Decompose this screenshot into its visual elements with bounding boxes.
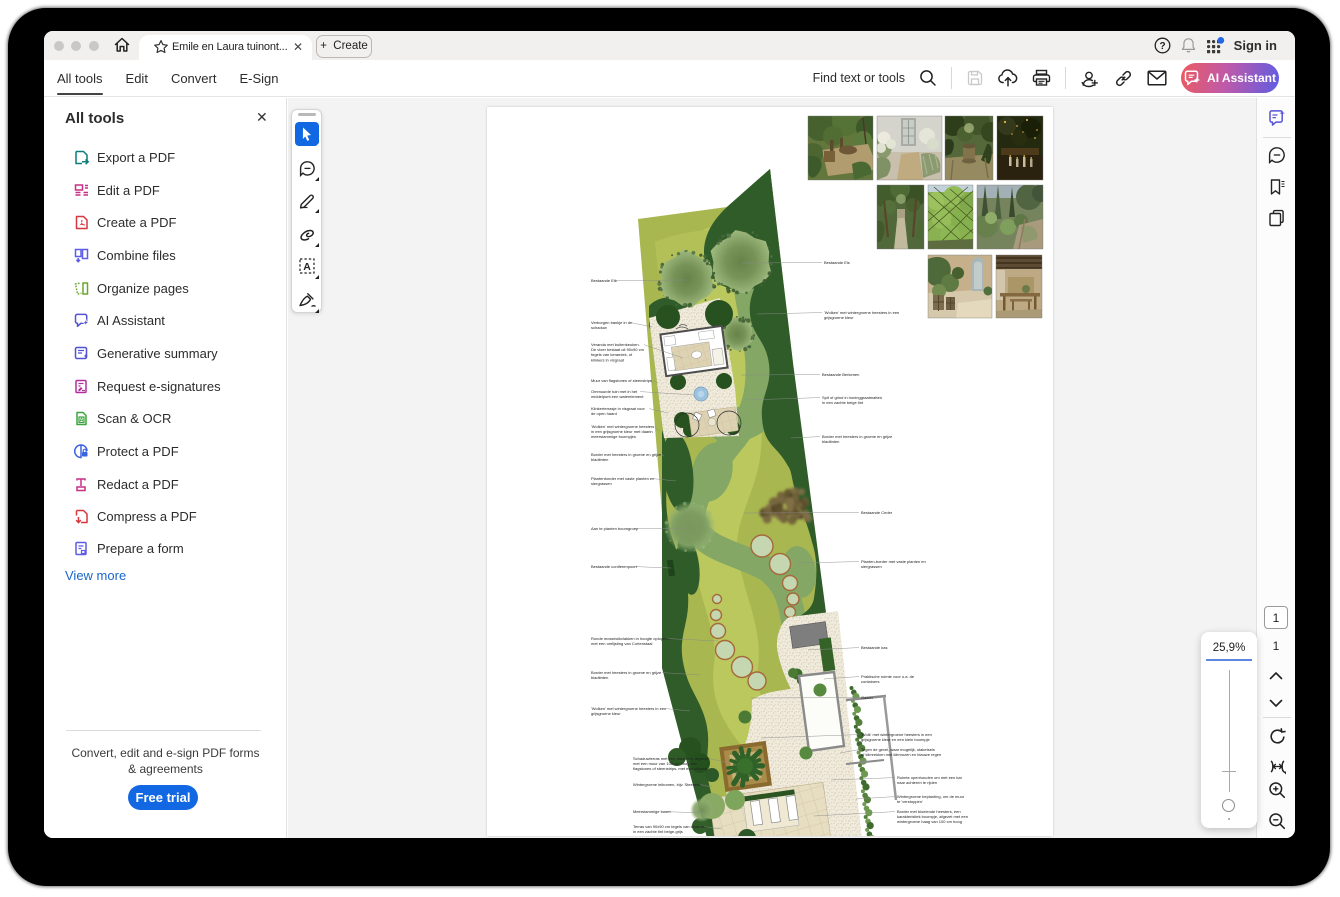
- svg-text:wintergroene haag van 100 cm h: wintergroene haag van 100 cm hoog: [897, 819, 962, 824]
- svg-text:bladtinten: bladtinten: [591, 457, 608, 462]
- svg-text:in een zachte tint beige-grijs: in een zachte tint beige-grijs: [633, 829, 683, 834]
- svg-text:Bestaande kas: Bestaande kas: [861, 645, 887, 650]
- svg-text:Muur van flagstones of steenst: Muur van flagstones of steenstrips: [591, 378, 652, 383]
- svg-text:met een omlijsting van Cortens: met een omlijsting van Cortenstaal: [591, 641, 652, 646]
- svg-text:Gazon: Gazon: [861, 695, 873, 700]
- svg-text:Wintergroene leibomen, bijv. S: Wintergroene leibomen, bijv. Steeneik: [633, 782, 700, 787]
- svg-text:schaduw: schaduw: [591, 325, 607, 330]
- svg-text:meerstammige boompjes: meerstammige boompjes: [591, 434, 636, 439]
- svg-text:Aan te planten boomgroep: Aan te planten boomgroep: [591, 526, 639, 531]
- svg-text:bladtinten: bladtinten: [591, 675, 608, 680]
- svg-text:in een zachte beige tint: in een zachte beige tint: [822, 400, 864, 405]
- svg-text:Bestaande Berkenen: Bestaande Berkenen: [822, 372, 859, 377]
- svg-text:A: A: [80, 418, 84, 424]
- svg-text:middelpunt een waterelement: middelpunt een waterelement: [591, 394, 644, 399]
- svg-text:Bestaande Ceder: Bestaande Ceder: [861, 510, 893, 515]
- svg-text:bladtinten: bladtinten: [822, 439, 839, 444]
- svg-text:flagstones of steenstrips, met: flagstones of steenstrips, met een uitba…: [633, 766, 707, 771]
- svg-text:siergrassen: siergrassen: [861, 564, 882, 569]
- svg-text:grijsgroene kleur en een klein: grijsgroene kleur en een klein boompje: [861, 737, 930, 742]
- svg-text:de open haard: de open haard: [591, 411, 617, 416]
- svg-text:siergrassen: siergrassen: [591, 481, 612, 486]
- svg-text:?: ?: [1159, 41, 1165, 52]
- svg-text:A: A: [303, 261, 311, 273]
- svg-text:naar achteren te rijden: naar achteren te rijden: [897, 780, 937, 785]
- svg-text:of klimrekken met klimrozen en: of klimrekken met klimrozen en blauwe re…: [861, 752, 941, 757]
- svg-text:grijsgroene kleur: grijsgroene kleur: [591, 711, 621, 716]
- svg-text:te 'verstoppen': te 'verstoppen': [897, 799, 923, 804]
- svg-text:containers: containers: [861, 679, 879, 684]
- svg-text:Bestaande Els: Bestaande Els: [824, 260, 850, 265]
- svg-text:Bestaande Eik: Bestaande Eik: [591, 278, 617, 283]
- svg-text:klinkers in visgraat: klinkers in visgraat: [591, 357, 625, 362]
- svg-text:grijsgroene kleur: grijsgroene kleur: [824, 315, 854, 320]
- svg-text:Bestaande coniferenpoort: Bestaande coniferenpoort: [591, 564, 638, 569]
